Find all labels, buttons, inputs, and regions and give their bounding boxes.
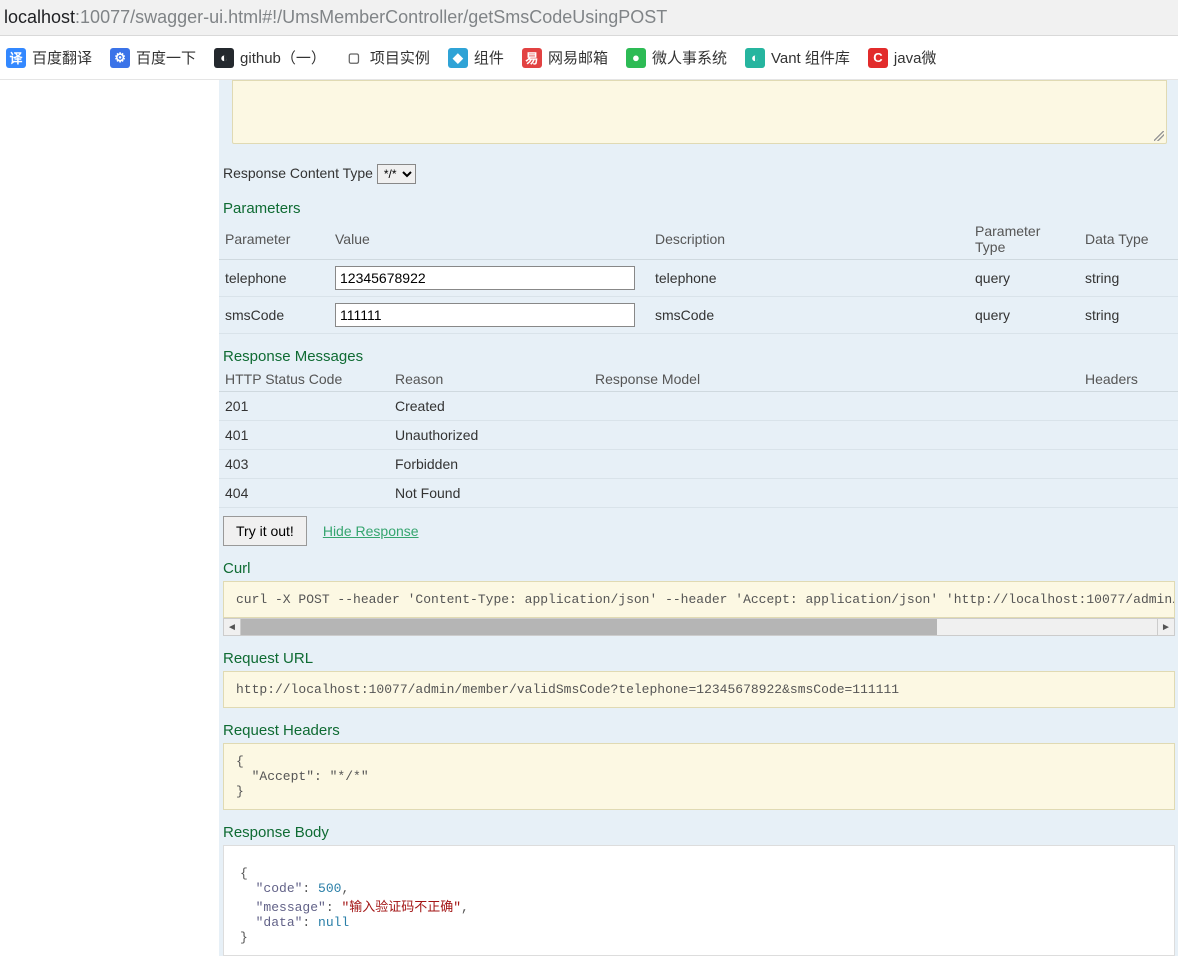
bookmark-item[interactable]: ▢ 项目实例 xyxy=(344,47,430,68)
param-description: telephone xyxy=(649,260,969,297)
page-body: Response Content Type */* Parameters Par… xyxy=(0,80,1178,956)
param-name: smsCode xyxy=(219,297,329,334)
scroll-left-arrow-icon[interactable]: ◄ xyxy=(223,618,241,636)
parameters-title: Parameters xyxy=(219,200,1178,217)
bookmark-label: 百度翻译 xyxy=(32,47,92,68)
status-code: 403 xyxy=(219,450,389,479)
parameters-table: Parameter Value Description Parameter Ty… xyxy=(219,219,1178,334)
bookmark-item[interactable]: 易网易邮箱 xyxy=(522,47,608,68)
bookmark-label: 微人事系统 xyxy=(652,47,727,68)
address-path: :10077/swagger-ui.html#!/UmsMemberContro… xyxy=(75,7,667,28)
bookmark-icon: 译 xyxy=(6,48,26,68)
bookmark-icon: ◐ xyxy=(745,48,765,68)
bookmarks-bar: 译百度翻译 ⚙ 百度一下 ◐ github（一） ▢ 项目实例 ◆ 组件易网易邮箱 ● 微人事系统 ◐… xyxy=(0,36,1178,80)
table-row: 403Forbidden xyxy=(219,450,1178,479)
bookmark-item[interactable]: ● 微人事系统 xyxy=(626,47,727,68)
status-code: 201 xyxy=(219,392,389,421)
param-datatype: string xyxy=(1079,297,1178,334)
status-reason: Unauthorized xyxy=(389,421,589,450)
request-url-block: http://localhost:10077/admin/member/vali… xyxy=(223,671,1175,708)
th-status-code: HTTP Status Code xyxy=(219,367,389,392)
status-reason: Forbidden xyxy=(389,450,589,479)
bookmark-label: 组件 xyxy=(474,47,504,68)
bookmark-item[interactable]: ◆ 组件 xyxy=(448,47,504,68)
response-content-type-label: Response Content Type xyxy=(223,165,373,181)
th-param-type: Parameter Type xyxy=(969,219,1079,260)
bookmark-icon: ⚙ xyxy=(110,48,130,68)
table-row: 201Created xyxy=(219,392,1178,421)
bookmark-item[interactable]: ◐ Vant 组件库 xyxy=(745,47,850,68)
bookmark-icon: C xyxy=(868,48,888,68)
th-data-type: Data Type xyxy=(1079,219,1178,260)
bookmark-item[interactable]: Cjava微 xyxy=(868,47,937,68)
request-url-title: Request URL xyxy=(219,650,1178,667)
request-headers-title: Request Headers xyxy=(219,722,1178,739)
browser-address-bar[interactable]: localhost:10077/swagger-ui.html#!/UmsMem… xyxy=(0,0,1178,36)
th-headers: Headers xyxy=(1079,367,1178,392)
address-host: localhost xyxy=(4,7,75,28)
bookmark-icon: ● xyxy=(626,48,646,68)
param-type: query xyxy=(969,260,1079,297)
th-value: Value xyxy=(329,219,649,260)
bookmark-label: 项目实例 xyxy=(370,47,430,68)
response-messages-table: HTTP Status Code Reason Response Model H… xyxy=(219,367,1178,508)
bookmark-label: 百度一下 xyxy=(136,47,196,68)
status-code: 401 xyxy=(219,421,389,450)
param-value-input[interactable] xyxy=(335,266,635,290)
bookmark-icon: ▢ xyxy=(344,48,364,68)
bookmark-item[interactable]: ⚙ 百度一下 xyxy=(110,47,196,68)
table-row: smsCodesmsCodequerystring xyxy=(219,297,1178,334)
bookmark-label: java微 xyxy=(894,47,937,68)
table-row: telephonetelephonequerystring xyxy=(219,260,1178,297)
bookmark-label: github（一） xyxy=(240,47,326,68)
response-content-type-row: Response Content Type */* xyxy=(219,162,1178,186)
status-code: 404 xyxy=(219,479,389,508)
th-response-model: Response Model xyxy=(589,367,1079,392)
request-headers-block: { "Accept": "*/*" } xyxy=(223,743,1175,810)
curl-horizontal-scrollbar[interactable]: ◄ ► xyxy=(223,618,1175,636)
bookmark-icon: ◐ xyxy=(214,48,234,68)
response-content-type-select[interactable]: */* xyxy=(377,164,416,184)
status-reason: Not Found xyxy=(389,479,589,508)
scrollbar-track[interactable] xyxy=(241,618,1157,636)
bookmark-icon: 易 xyxy=(522,48,542,68)
param-type: query xyxy=(969,297,1079,334)
curl-command-block: curl -X POST --header 'Content-Type: app… xyxy=(223,581,1175,618)
resize-grip-icon[interactable] xyxy=(1154,131,1164,141)
th-reason: Reason xyxy=(389,367,589,392)
model-textarea[interactable] xyxy=(232,80,1167,144)
try-it-out-button[interactable]: Try it out! xyxy=(223,516,307,546)
hide-response-link[interactable]: Hide Response xyxy=(323,523,419,539)
table-row: 404Not Found xyxy=(219,479,1178,508)
bookmark-item[interactable]: ◐ github（一） xyxy=(214,47,326,68)
curl-title: Curl xyxy=(219,560,1178,577)
action-row: Try it out! Hide Response xyxy=(223,516,1178,546)
bookmark-label: 网易邮箱 xyxy=(548,47,608,68)
scroll-right-arrow-icon[interactable]: ► xyxy=(1157,618,1175,636)
param-name: telephone xyxy=(219,260,329,297)
response-body-title: Response Body xyxy=(219,824,1178,841)
scrollbar-thumb[interactable] xyxy=(241,619,937,635)
response-body-block: { "code": 500, "message": "输入验证码不正确", "d… xyxy=(223,845,1175,956)
bookmark-item[interactable]: 译百度翻译 xyxy=(6,47,92,68)
param-description: smsCode xyxy=(649,297,969,334)
status-reason: Created xyxy=(389,392,589,421)
swagger-panel: Response Content Type */* Parameters Par… xyxy=(219,80,1178,956)
th-description: Description xyxy=(649,219,969,260)
response-messages-title: Response Messages xyxy=(219,348,1178,365)
table-row: 401Unauthorized xyxy=(219,421,1178,450)
th-parameter: Parameter xyxy=(219,219,329,260)
param-datatype: string xyxy=(1079,260,1178,297)
bookmark-label: Vant 组件库 xyxy=(771,47,850,68)
bookmark-icon: ◆ xyxy=(448,48,468,68)
param-value-input[interactable] xyxy=(335,303,635,327)
